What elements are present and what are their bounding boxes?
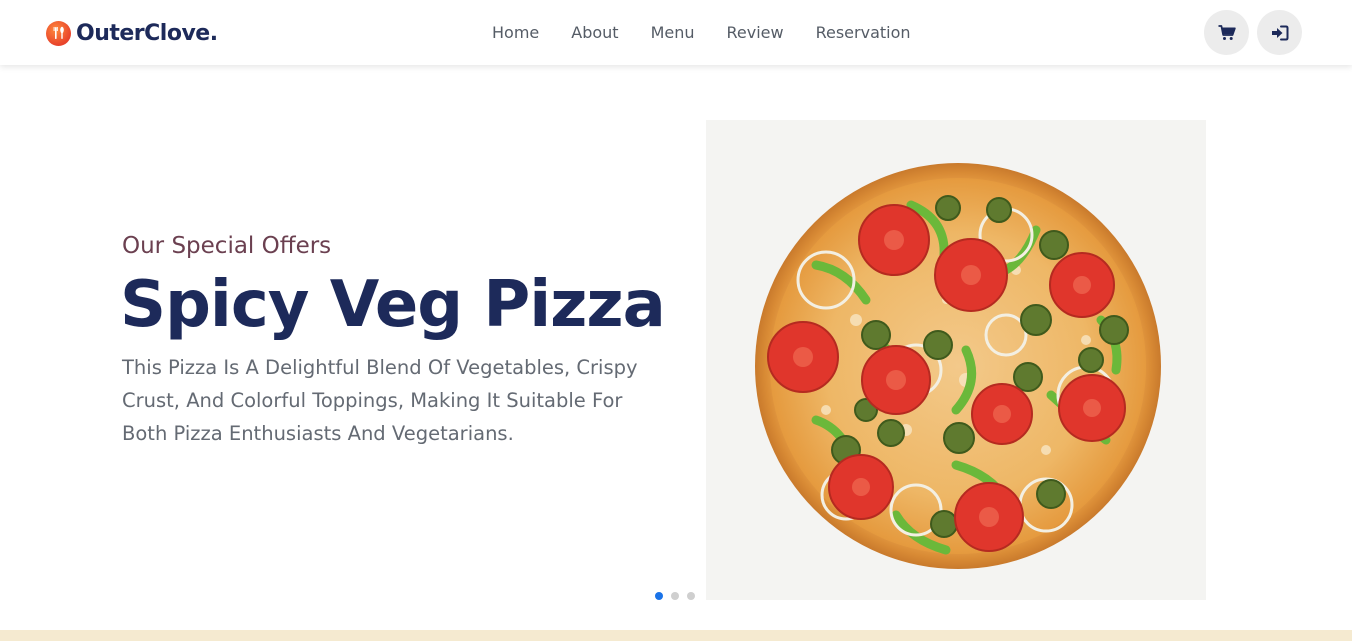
- nav-menu[interactable]: Menu: [635, 20, 711, 46]
- carousel-dot-3[interactable]: [687, 592, 695, 600]
- hero-subtitle: Our Special Offers: [122, 233, 332, 259]
- login-icon: [1271, 25, 1288, 40]
- login-button[interactable]: [1257, 10, 1302, 55]
- fork-knife-logo-icon: [46, 20, 71, 46]
- nav-reservation[interactable]: Reservation: [800, 20, 927, 46]
- pizza-illustration: [755, 163, 1161, 569]
- hero-title: Spicy Veg Pizza: [120, 268, 666, 342]
- hero-description: This Pizza Is A Delightful Blend Of Vege…: [122, 356, 638, 445]
- carousel-dot-1[interactable]: [655, 592, 663, 600]
- hero-section: Our Special Offers Spicy Veg Pizza This …: [0, 65, 1352, 630]
- carousel-dot-2[interactable]: [671, 592, 679, 600]
- main-nav: Home About Menu Review Reservation: [476, 20, 927, 46]
- nav-about[interactable]: About: [555, 20, 634, 46]
- pizza-image: [706, 120, 1206, 600]
- cart-button[interactable]: [1204, 10, 1249, 55]
- cart-icon: [1218, 24, 1236, 40]
- nav-home[interactable]: Home: [476, 20, 555, 46]
- brand-name: OuterClove.: [76, 20, 218, 46]
- brand-link[interactable]: OuterClove.: [46, 18, 218, 48]
- nav-review[interactable]: Review: [711, 20, 800, 46]
- navbar: OuterClove. Home About Menu Review Reser…: [0, 0, 1352, 65]
- next-section-band: [0, 630, 1352, 641]
- carousel-indicators: [655, 592, 695, 600]
